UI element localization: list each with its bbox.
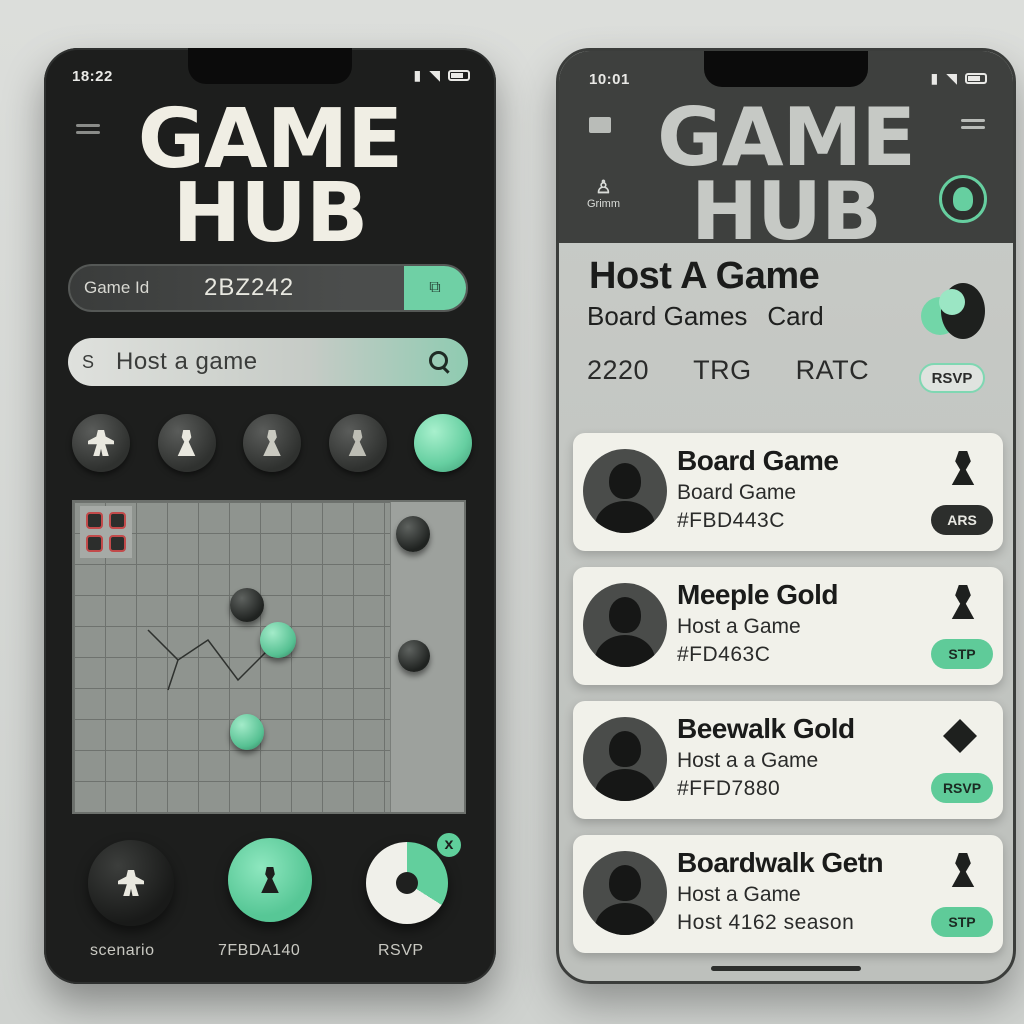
card-action-button[interactable]: STP: [931, 639, 993, 669]
status-time: 18:22: [72, 68, 113, 85]
home-indicator: [711, 966, 861, 971]
game-card[interactable]: Meeple Gold Host a Game #FD463C STP: [573, 567, 1003, 685]
board-piece-dark-3[interactable]: [398, 640, 430, 672]
dice-icon: [921, 283, 987, 343]
game-card[interactable]: Boardwalk Getn Host a Game Host 4162 sea…: [573, 835, 1003, 953]
status-icons: ▮ ◥: [930, 70, 987, 87]
avatar: [583, 851, 667, 935]
signal-icon: ▮: [413, 67, 422, 83]
game-card[interactable]: Board Game Board Game #FBD443C ARS: [573, 433, 1003, 551]
board-corner-tray: [80, 506, 132, 558]
meeple-icon: [118, 870, 144, 896]
battery-icon: [965, 73, 987, 84]
card-action-button[interactable]: RSVP: [931, 773, 993, 803]
pawn-icon: [177, 430, 196, 456]
search-icon[interactable]: [426, 348, 454, 376]
header: 10:01 ▮ ◥ GAME HUB ♙ Grimm: [559, 51, 1013, 251]
board-piece-dark-1[interactable]: [396, 516, 430, 552]
meeple-icon: [88, 430, 114, 456]
search-bar[interactable]: S: [68, 338, 468, 386]
signal-icon: ▮: [930, 70, 939, 86]
avatar: [583, 583, 667, 667]
avatar: [583, 717, 667, 801]
target-icon: [396, 872, 418, 894]
card-code: #FBD443C: [677, 509, 785, 532]
game-id-value: 2BZ242: [204, 274, 295, 301]
filter-2[interactable]: TRG: [693, 355, 752, 386]
diamond-icon: [943, 719, 977, 753]
filter-1[interactable]: 2220: [587, 355, 649, 386]
card-code: Host 4162 season: [677, 911, 855, 934]
card-title: Beewalk Gold: [677, 713, 855, 744]
app-logo: GAME HUB: [137, 92, 403, 261]
status-time: 10:01: [589, 71, 630, 88]
card-action-button[interactable]: STP: [931, 907, 993, 937]
token-meeple[interactable]: [72, 414, 130, 472]
wifi-icon: ◥: [429, 67, 440, 83]
user-label: Grimm: [587, 198, 620, 210]
game-board[interactable]: [72, 500, 466, 814]
card-title: Meeple Gold: [677, 579, 838, 610]
filter-row: 2220 TRG RATC: [587, 355, 869, 386]
card-subtitle: Host a a Game: [677, 749, 819, 772]
board-piece-mint-2[interactable]: [230, 714, 264, 750]
card-title: Board Game: [677, 445, 839, 476]
wifi-icon: ◥: [946, 70, 957, 86]
card-code: #FD463C: [677, 643, 771, 666]
avatar-button[interactable]: [939, 175, 987, 223]
pawn-icon: [951, 585, 975, 619]
category-card[interactable]: Card: [767, 301, 823, 332]
board-piece-mint-1[interactable]: [260, 622, 296, 658]
category-board-games[interactable]: Board Games: [587, 301, 747, 332]
card-code: #FFD7880: [677, 777, 781, 800]
user-profile[interactable]: ♙ Grimm: [587, 177, 620, 210]
token-mint[interactable]: [414, 414, 472, 472]
user-icon: ♙: [595, 177, 612, 197]
right-phone: 10:01 ▮ ◥ GAME HUB ♙ Grimm Host A Game B…: [556, 48, 1016, 984]
category-row: Board Games Card: [587, 301, 824, 332]
board-piece-dark-2[interactable]: [230, 588, 264, 622]
game-id-label: Game Id: [84, 278, 150, 297]
left-phone: 18:22 ▮ ◥ GAME HUB Game Id 2BZ242 ⧉ S Ho…: [44, 48, 496, 984]
pawn-icon: [263, 430, 281, 456]
card-subtitle: Host a Game: [677, 615, 801, 638]
card-title: Boardwalk Getn: [677, 847, 884, 878]
battery-icon: [448, 70, 470, 81]
action-label-2: 7FBDA140: [218, 942, 301, 959]
action-row: x: [88, 830, 468, 930]
action-label-3: RSVP: [378, 942, 424, 959]
phone-notch: [704, 51, 868, 87]
card-subtitle: Board Game: [677, 481, 797, 504]
page-title: Host A Game: [589, 255, 820, 297]
action-label-1: scenario: [90, 942, 155, 959]
search-prefix-icon: S: [82, 351, 95, 372]
token-pawn-2[interactable]: [243, 414, 301, 472]
game-card[interactable]: Beewalk Gold Host a a Game #FFD7880 RSVP: [573, 701, 1003, 819]
board-crack-lines: [147, 629, 269, 691]
pawn-icon: [951, 853, 975, 887]
meeple-action-button[interactable]: [88, 840, 174, 926]
close-badge-icon[interactable]: x: [434, 830, 464, 860]
avatar: [583, 449, 667, 533]
pawn-icon: [951, 451, 975, 485]
avatar-icon: [953, 187, 973, 211]
token-pawn-3[interactable]: [328, 414, 387, 472]
search-input[interactable]: [116, 348, 426, 376]
pawn-icon: [348, 430, 367, 456]
rsvp-button[interactable]: RSVP: [919, 363, 985, 393]
rsvp-action-button[interactable]: x: [366, 830, 464, 924]
card-action-button[interactable]: ARS: [931, 505, 993, 535]
status-icons: ▮ ◥: [413, 67, 470, 84]
token-pawn-1[interactable]: [157, 414, 216, 472]
game-id-field[interactable]: Game Id 2BZ242 ⧉: [68, 264, 468, 312]
filter-3[interactable]: RATC: [796, 355, 870, 386]
card-subtitle: Host a Game: [677, 883, 801, 906]
app-logo: GAME HUB: [657, 91, 916, 258]
token-row: [72, 414, 472, 472]
pawn-action-button[interactable]: [228, 838, 312, 922]
clipboard-icon[interactable]: ⧉: [404, 266, 466, 310]
phone-notch: [188, 48, 352, 84]
pawn-icon: [261, 867, 279, 893]
